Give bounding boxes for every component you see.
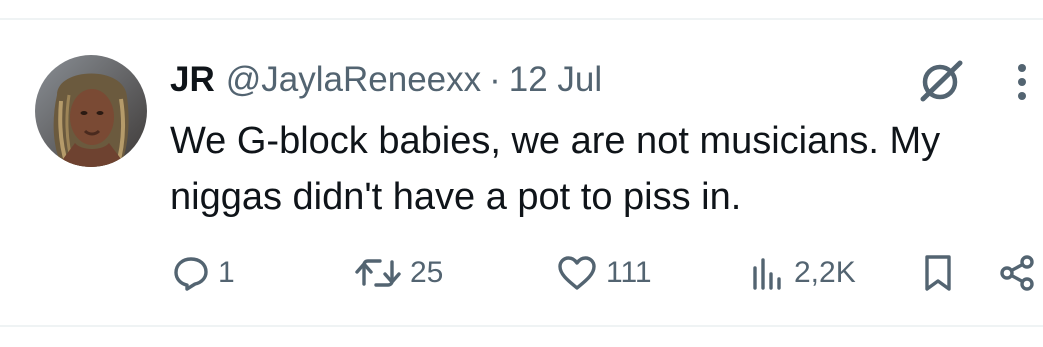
- heart-icon: [556, 254, 598, 292]
- author-name[interactable]: JR: [170, 58, 215, 102]
- bookmark-icon: [920, 253, 956, 293]
- more-icon[interactable]: [1012, 62, 1032, 102]
- author-handle[interactable]: @JaylaReneexx: [226, 58, 481, 102]
- share-icon: [998, 253, 1038, 293]
- grok-icon[interactable]: [914, 60, 966, 102]
- share-button[interactable]: [998, 248, 1038, 298]
- separator-dot: ·: [489, 60, 501, 99]
- repost-button[interactable]: 25: [354, 248, 443, 298]
- bottom-divider: [0, 325, 1043, 327]
- like-button[interactable]: 111: [556, 248, 652, 298]
- reply-icon: [172, 254, 210, 292]
- tweet-header: JR @JaylaReneexx · 12 Jul: [170, 58, 602, 102]
- reply-button[interactable]: 1: [172, 248, 235, 298]
- views-count: 2,2K: [794, 256, 856, 289]
- like-count: 111: [606, 256, 652, 289]
- reply-count: 1: [218, 256, 235, 289]
- repost-icon: [354, 254, 402, 292]
- views-icon: [750, 254, 786, 292]
- tweet-date[interactable]: 12 Jul: [509, 58, 602, 102]
- tweet-text: We G-block babies, we are not musicians.…: [170, 120, 941, 218]
- repost-count: 25: [410, 256, 444, 289]
- avatar[interactable]: [35, 55, 147, 167]
- top-divider: [0, 18, 1043, 20]
- views-button[interactable]: 2,2K: [750, 248, 856, 298]
- bookmark-button[interactable]: [920, 248, 956, 298]
